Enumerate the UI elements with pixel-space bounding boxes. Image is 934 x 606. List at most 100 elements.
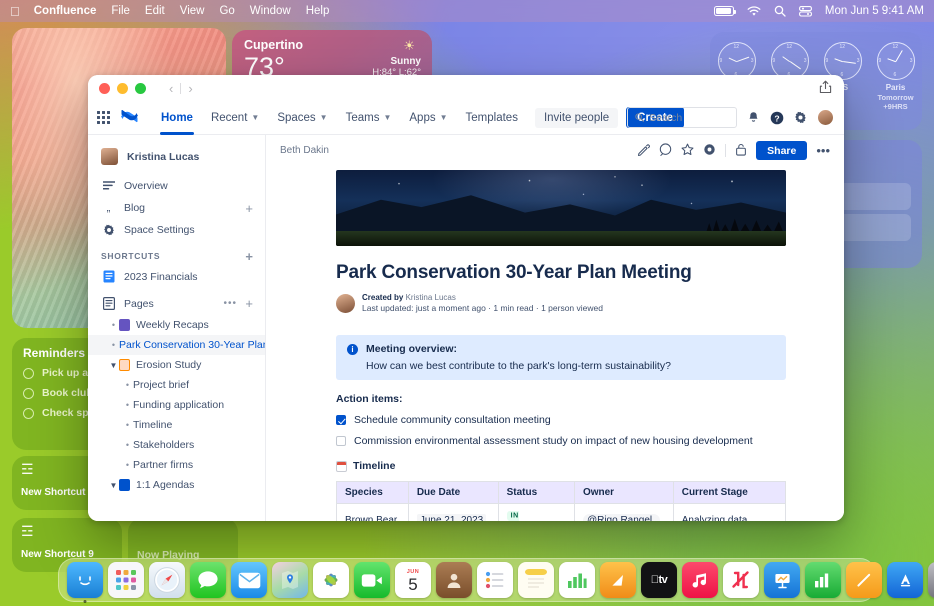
pages-more-button[interactable]: ••• <box>223 298 237 309</box>
sidebar-page-partner-firms[interactable]: • Partner firms <box>88 455 265 475</box>
menubar-item-help[interactable]: Help <box>306 5 330 17</box>
dock-item-facetime[interactable] <box>354 562 390 598</box>
dock-item-reminders[interactable] <box>477 562 513 598</box>
dock-item-photos[interactable] <box>313 562 349 598</box>
sidebar-item-space-settings[interactable]: Space Settings <box>88 219 265 241</box>
share-button[interactable]: Share <box>756 141 807 160</box>
dock-item-news[interactable] <box>723 562 759 598</box>
menubar-item-confluence[interactable]: Confluence <box>34 5 97 17</box>
lock-icon[interactable] <box>735 143 747 159</box>
star-icon[interactable] <box>681 143 694 159</box>
nav-item-spaces[interactable]: Spaces▼ <box>268 101 336 135</box>
dock-item-keynote[interactable] <box>764 562 800 598</box>
close-button[interactable] <box>99 83 110 94</box>
bell-icon[interactable] <box>747 111 760 124</box>
sidebar-section-pages[interactable]: Pages ••• + <box>88 292 265 315</box>
user-mention[interactable]: @Rigo Rangel <box>583 514 660 522</box>
nav-item-apps[interactable]: Apps▼ <box>400 101 456 135</box>
menubar-item-go[interactable]: Go <box>219 5 234 17</box>
more-icon[interactable]: ••• <box>816 143 830 158</box>
menubar-item-edit[interactable]: Edit <box>145 5 165 17</box>
breadcrumb[interactable]: Beth Dakin <box>280 145 329 156</box>
sidebar-page-1-1-agendas[interactable]: ▼ 1:1 Agendas <box>88 475 265 495</box>
bullet-icon: • <box>122 420 133 430</box>
add-shortcut-button[interactable]: + <box>245 249 253 264</box>
dock-item-system-settings[interactable] <box>928 562 934 598</box>
dock-item-launchpad[interactable] <box>108 562 144 598</box>
dock-item-safari[interactable] <box>149 562 185 598</box>
sidebar-page-timeline[interactable]: • Timeline <box>88 415 265 435</box>
dock-item-numbers[interactable] <box>805 562 841 598</box>
apple-logo-icon[interactable]:  <box>10 5 20 18</box>
sidebar-page-weekly-recaps[interactable]: • Weekly Recaps <box>88 315 265 335</box>
invite-people-button[interactable]: Invite people <box>535 108 618 128</box>
chevron-down-icon[interactable]: ▼ <box>108 361 119 370</box>
dock-item-music[interactable] <box>682 562 718 598</box>
dock-item-pages-app[interactable] <box>846 562 882 598</box>
nav-item-recent[interactable]: Recent▼ <box>202 101 268 135</box>
dock-item-calendar[interactable]: JUN 5 <box>395 562 431 598</box>
nav-item-home[interactable]: Home <box>152 101 202 135</box>
zoom-button[interactable] <box>135 83 146 94</box>
eye-icon[interactable] <box>703 143 716 159</box>
sidebar-page-park-conservation[interactable]: • Park Conservation 30-Year Plan Meeting <box>88 335 265 355</box>
spotlight-search-icon[interactable] <box>774 5 786 17</box>
dock-item-messages[interactable] <box>190 562 226 598</box>
checkbox-unchecked-icon[interactable] <box>336 436 346 446</box>
chevron-down-icon[interactable]: ▼ <box>108 481 119 490</box>
pencil-icon[interactable] <box>637 143 650 159</box>
dock-item-apple-tv[interactable]: tv <box>641 562 677 598</box>
menubar-clock[interactable]: Mon Jun 5 9:41 AM <box>825 5 924 17</box>
nav-item-label: Spaces <box>277 112 315 124</box>
app-switcher-icon[interactable] <box>97 111 110 124</box>
add-page-button[interactable]: + <box>245 296 253 311</box>
nav-item-teams[interactable]: Teams▼ <box>337 101 401 135</box>
menubar-item-window[interactable]: Window <box>250 5 291 17</box>
dock-item-stocks[interactable] <box>559 562 595 598</box>
dock-item-finder[interactable] <box>67 562 103 598</box>
sidebar-shortcut-2023-financials[interactable]: 2023 Financials <box>88 265 265 288</box>
bullet-icon: • <box>108 320 119 330</box>
byline-author[interactable]: Kristina Lucas <box>406 293 456 302</box>
add-blog-button[interactable]: + <box>245 201 253 216</box>
sidebar-user[interactable]: Kristina Lucas <box>88 144 265 175</box>
menubar-item-file[interactable]: File <box>111 5 130 17</box>
battery-icon[interactable] <box>714 6 734 16</box>
minimize-button[interactable] <box>117 83 128 94</box>
wifi-icon[interactable] <box>747 6 761 17</box>
forward-button[interactable]: › <box>183 81 197 96</box>
sidebar-page-stakeholders[interactable]: • Stakeholders <box>88 435 265 455</box>
sidebar-item-blog[interactable]: „ Blog + <box>88 197 265 219</box>
sidebar-page-project-brief[interactable]: • Project brief <box>88 375 265 395</box>
table-row[interactable]: Brown Bear June 21, 2023 IN PROGRESS @Ri… <box>337 504 786 522</box>
checkbox-circle-icon[interactable] <box>23 388 34 399</box>
task-item[interactable]: Commission environmental assessment stud… <box>336 435 786 447</box>
sidebar-page-funding-application[interactable]: • Funding application <box>88 395 265 415</box>
checkbox-circle-icon[interactable] <box>23 368 34 379</box>
dock-item-contacts[interactable] <box>436 562 472 598</box>
gear-icon[interactable] <box>794 111 807 124</box>
dock-item-notes[interactable] <box>518 562 554 598</box>
sidebar-page-erosion-study[interactable]: ▼ Erosion Study <box>88 355 265 375</box>
share-icon[interactable] <box>819 80 832 97</box>
help-icon[interactable]: ? <box>770 111 784 125</box>
date-chip[interactable]: June 21, 2023 <box>417 514 486 522</box>
control-center-icon[interactable] <box>799 6 812 17</box>
confluence-logo-icon[interactable] <box>121 108 138 128</box>
checkbox-circle-icon[interactable] <box>23 408 34 419</box>
nav-item-templates[interactable]: Templates <box>457 101 527 135</box>
search-placeholder: Search <box>649 112 682 124</box>
search-input[interactable]: Search <box>627 107 737 128</box>
task-item[interactable]: Schedule community consultation meeting <box>336 414 786 426</box>
menubar-item-view[interactable]: View <box>180 5 205 17</box>
comment-icon[interactable] <box>659 143 672 159</box>
dock-item-app-store[interactable] <box>887 562 923 598</box>
checkbox-checked-icon[interactable] <box>336 415 346 425</box>
avatar[interactable] <box>817 109 834 126</box>
dock-item-pages[interactable] <box>600 562 636 598</box>
dock-item-maps[interactable] <box>272 562 308 598</box>
sidebar-item-overview[interactable]: Overview <box>88 175 265 197</box>
dock-item-mail[interactable] <box>231 562 267 598</box>
nav-item-label: Apps <box>409 112 435 124</box>
back-button[interactable]: ‹ <box>164 81 178 96</box>
